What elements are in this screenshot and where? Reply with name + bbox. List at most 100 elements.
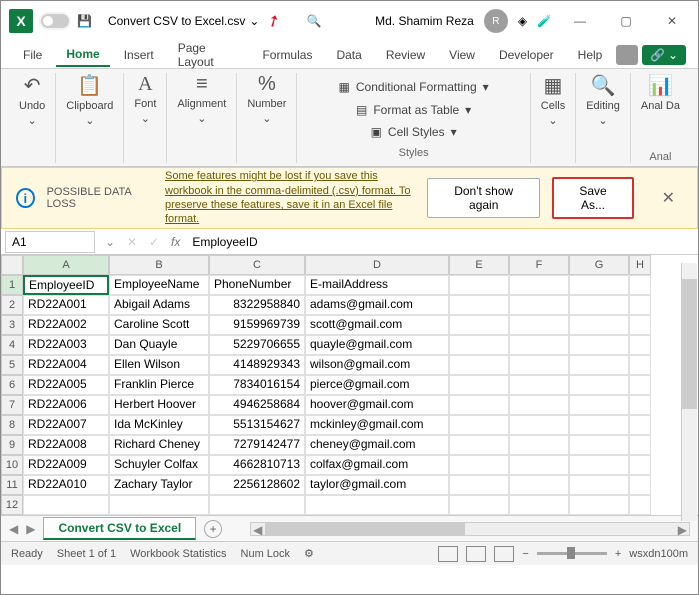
enter-formula-button[interactable]: ✓ — [143, 235, 165, 249]
cell[interactable] — [449, 415, 509, 435]
cancel-formula-button[interactable]: ✕ — [121, 235, 143, 249]
tab-developer[interactable]: Developer — [489, 44, 564, 66]
cell[interactable]: 4946258684 — [209, 395, 305, 415]
tab-page-layout[interactable]: Page Layout — [168, 37, 249, 73]
maximize-button[interactable]: ▢ — [608, 7, 644, 35]
cell[interactable]: Caroline Scott — [109, 315, 209, 335]
cell[interactable]: Richard Cheney — [109, 435, 209, 455]
close-warning-button[interactable]: ✕ — [654, 184, 683, 212]
cell[interactable]: cheney@gmail.com — [305, 435, 449, 455]
zoom-slider[interactable] — [537, 552, 607, 555]
minimize-button[interactable]: — — [562, 7, 598, 35]
workbook-stats-button[interactable]: Workbook Statistics — [130, 548, 226, 560]
clipboard-button[interactable]: 📋Clipboard⌄ — [66, 73, 113, 127]
tab-help[interactable]: Help — [568, 44, 613, 66]
cell[interactable] — [449, 435, 509, 455]
format-as-table-button[interactable]: ▤Format as Table ▾ — [356, 100, 471, 120]
cell[interactable] — [449, 475, 509, 495]
cell[interactable] — [109, 495, 209, 515]
save-as-button[interactable]: Save As... — [552, 177, 633, 219]
col-header-C[interactable]: C — [209, 255, 305, 275]
cell[interactable] — [569, 435, 629, 455]
scroll-right-icon[interactable]: ▶ — [678, 523, 687, 537]
cell[interactable] — [449, 275, 509, 295]
cell[interactable] — [509, 435, 569, 455]
cell[interactable] — [509, 375, 569, 395]
cell[interactable]: 2256128602 — [209, 475, 305, 495]
cell[interactable] — [569, 475, 629, 495]
cell[interactable] — [569, 335, 629, 355]
cell[interactable] — [449, 375, 509, 395]
scroll-thumb[interactable] — [265, 523, 465, 535]
cell[interactable] — [449, 315, 509, 335]
cell[interactable] — [509, 315, 569, 335]
zoom-level[interactable]: wsxdn100m — [629, 548, 688, 560]
cell[interactable]: 5513154627 — [209, 415, 305, 435]
col-header-E[interactable]: E — [449, 255, 509, 275]
name-box-dropdown[interactable]: ⌄ — [99, 235, 121, 249]
cell[interactable]: RD22A002 — [23, 315, 109, 335]
cell[interactable] — [23, 495, 109, 515]
sheet-next-button[interactable]: ▶ — [26, 522, 35, 536]
fx-icon[interactable]: fx — [165, 235, 186, 249]
cell[interactable]: wilson@gmail.com — [305, 355, 449, 375]
col-header-A[interactable]: A — [23, 255, 109, 275]
col-header-B[interactable]: B — [109, 255, 209, 275]
add-sheet-button[interactable]: + — [204, 520, 222, 538]
cell[interactable]: Abigail Adams — [109, 295, 209, 315]
page-layout-view-button[interactable] — [466, 546, 486, 562]
alignment-button[interactable]: ≡Alignment⌄ — [177, 73, 226, 125]
close-button[interactable]: ✕ — [654, 7, 690, 35]
cell[interactable] — [629, 335, 651, 355]
row-header-1[interactable]: 1 — [1, 275, 23, 295]
cell[interactable] — [509, 415, 569, 435]
cell[interactable] — [629, 415, 651, 435]
chevron-down-icon[interactable]: ⌄ — [249, 14, 259, 28]
horizontal-scrollbar[interactable]: ◀ ▶ — [250, 522, 690, 536]
font-button[interactable]: AFont⌄ — [134, 73, 156, 125]
row-header-4[interactable]: 4 — [1, 335, 23, 355]
cell[interactable] — [509, 295, 569, 315]
dont-show-again-button[interactable]: Don't show again — [427, 178, 540, 218]
tab-insert[interactable]: Insert — [114, 44, 164, 66]
cell[interactable] — [509, 335, 569, 355]
cell[interactable]: RD22A010 — [23, 475, 109, 495]
cell[interactable] — [449, 395, 509, 415]
cell[interactable]: RD22A007 — [23, 415, 109, 435]
cell[interactable] — [629, 275, 651, 295]
cell[interactable]: RD22A008 — [23, 435, 109, 455]
tab-formulas[interactable]: Formulas — [252, 44, 322, 66]
row-header-2[interactable]: 2 — [1, 295, 23, 315]
cell[interactable]: Zachary Taylor — [109, 475, 209, 495]
page-break-view-button[interactable] — [494, 546, 514, 562]
cell[interactable] — [509, 355, 569, 375]
save-icon[interactable]: 💾 — [77, 14, 92, 28]
tab-file[interactable]: File — [13, 44, 52, 66]
cell[interactable]: Dan Quayle — [109, 335, 209, 355]
diamond-icon[interactable]: ◈ — [518, 14, 527, 28]
cell[interactable] — [509, 495, 569, 515]
undo-button[interactable]: ↶Undo⌄ — [19, 73, 45, 127]
scroll-left-icon[interactable]: ◀ — [253, 523, 262, 537]
cell-B1[interactable]: EmployeeName — [109, 275, 209, 295]
cell[interactable]: hoover@gmail.com — [305, 395, 449, 415]
cell-A1[interactable]: EmployeeID — [23, 275, 109, 295]
zoom-in-button[interactable]: + — [615, 548, 621, 560]
cell[interactable] — [509, 275, 569, 295]
cell[interactable]: RD22A003 — [23, 335, 109, 355]
avatar[interactable]: R — [484, 9, 508, 33]
cell[interactable] — [629, 395, 651, 415]
cell[interactable]: 7279142477 — [209, 435, 305, 455]
share-button[interactable]: 🔗⌄ — [642, 45, 686, 65]
cell[interactable]: taylor@gmail.com — [305, 475, 449, 495]
cell[interactable]: 5229706655 — [209, 335, 305, 355]
cell[interactable] — [629, 375, 651, 395]
cell[interactable]: quayle@gmail.com — [305, 335, 449, 355]
cell[interactable]: 7834016154 — [209, 375, 305, 395]
cell[interactable] — [509, 395, 569, 415]
cell-D1[interactable]: E-mailAddress — [305, 275, 449, 295]
cell[interactable]: RD22A009 — [23, 455, 109, 475]
row-header-11[interactable]: 11 — [1, 475, 23, 495]
col-header-D[interactable]: D — [305, 255, 449, 275]
analyze-data-button[interactable]: 📊Anal Da — [641, 73, 680, 112]
